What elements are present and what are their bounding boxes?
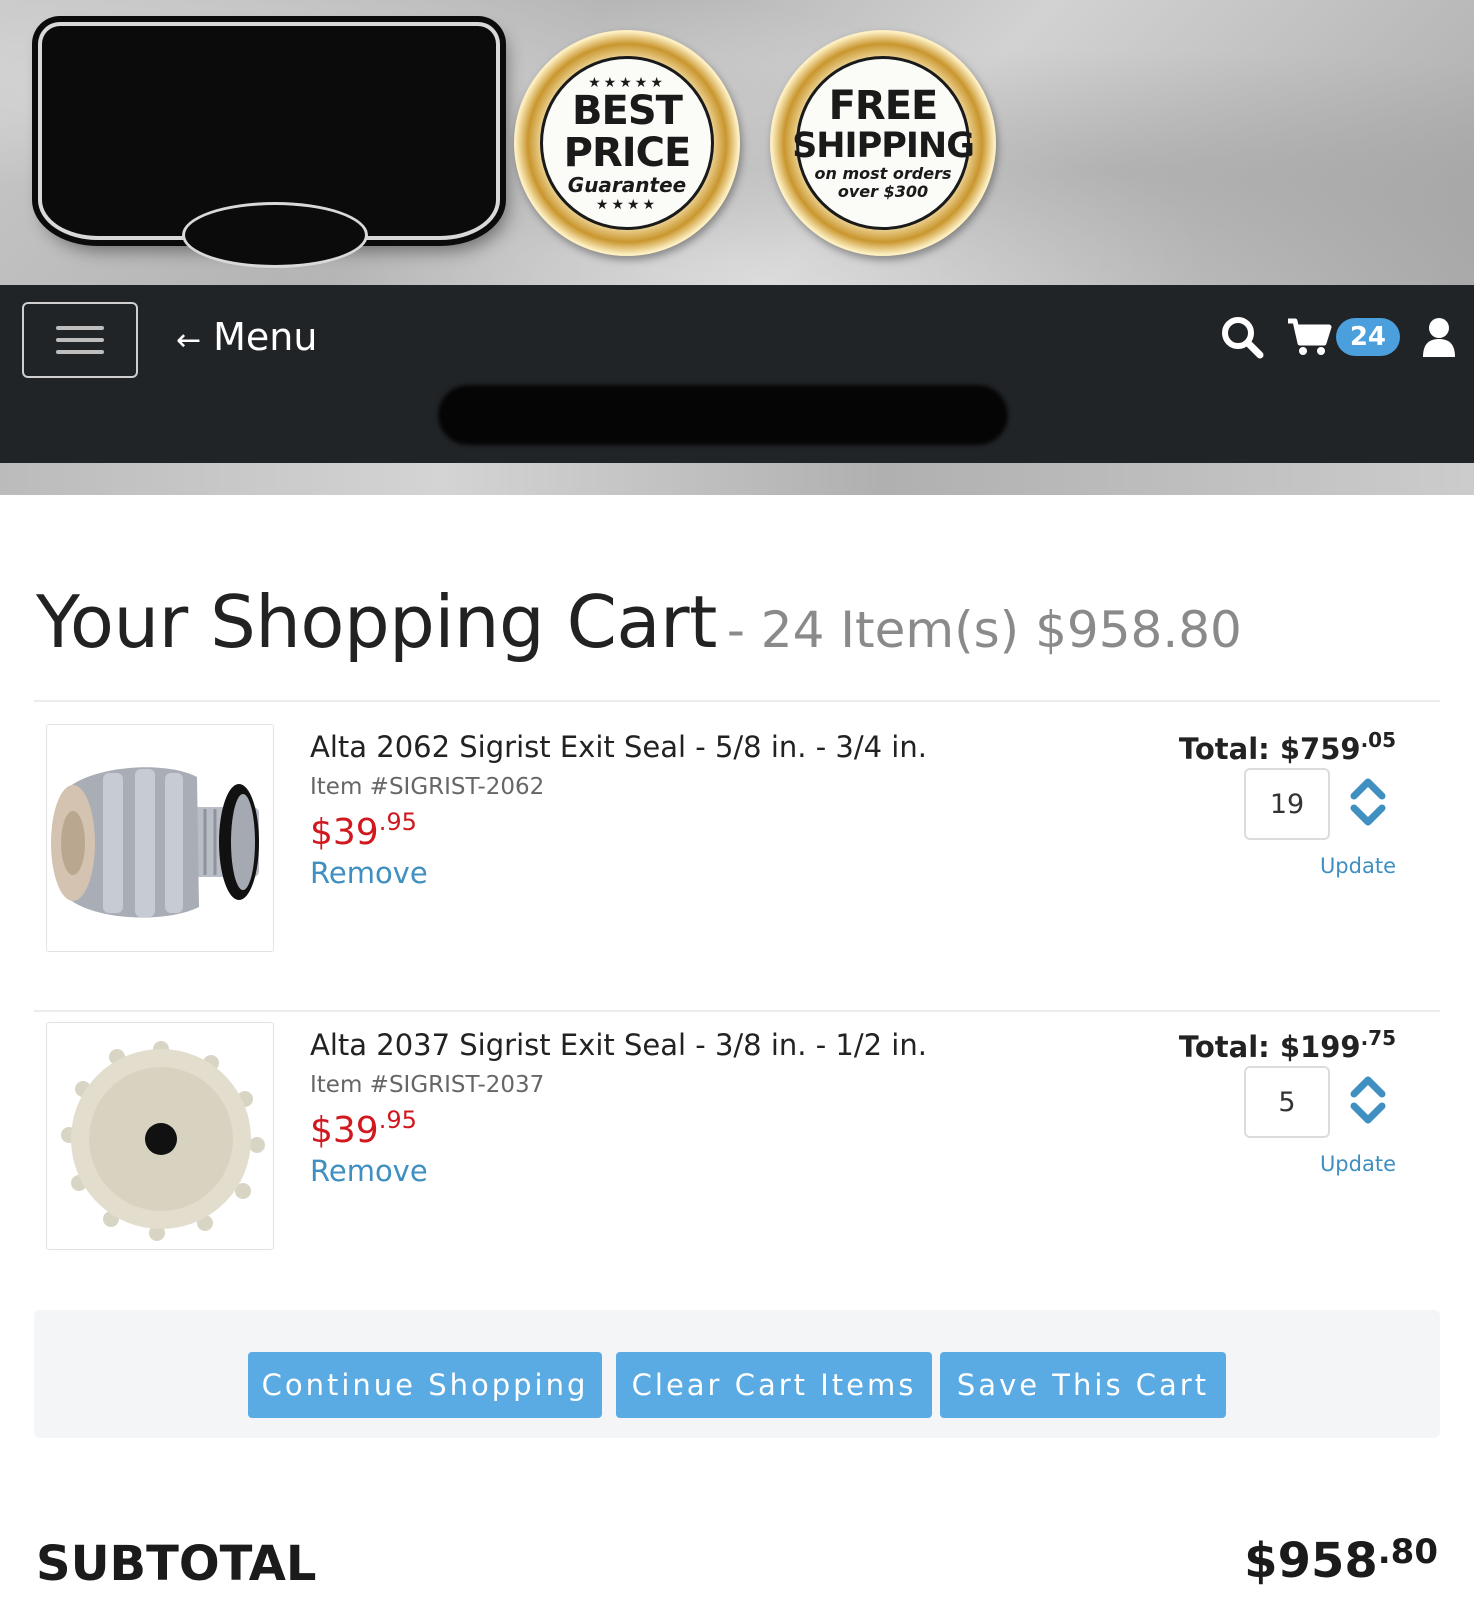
item-total: Total: $759.05 — [1179, 728, 1396, 766]
badge-text: SHIPPING — [792, 126, 975, 166]
subtotal-label: SUBTOTAL — [36, 1536, 317, 1592]
cart-button[interactable]: 24 — [1286, 317, 1400, 357]
product-name-link[interactable]: Alta 2062 Sigrist Exit Seal - 5/8 in. - … — [310, 730, 927, 764]
stars-icon: ★★★★ — [595, 196, 659, 212]
total-whole: Total: $759 — [1178, 732, 1361, 766]
total-cents: .05 — [1360, 728, 1396, 752]
price-whole: $39 — [310, 812, 379, 853]
redacted-banner — [438, 385, 1008, 445]
price-cents: .95 — [378, 1106, 417, 1134]
badge-text: over $300 — [837, 182, 929, 201]
save-cart-button[interactable]: Save This Cart — [940, 1352, 1226, 1418]
cart-actions: Continue Shopping Clear Cart Items Save … — [34, 1310, 1440, 1438]
price-whole: $39 — [310, 1110, 379, 1151]
best-price-badge: ★★★★★ BEST PRICE Guarantee ★★★★ — [514, 30, 740, 256]
menu-label: Menu — [213, 315, 318, 359]
store-logo[interactable] — [38, 22, 500, 268]
chevron-up-icon[interactable] — [1348, 774, 1388, 802]
badge-text: Guarantee — [567, 173, 687, 197]
update-link[interactable]: Update — [1320, 1152, 1396, 1176]
cart-summary: - 24 Item(s) $958.80 — [726, 601, 1242, 659]
badge-text: PRICE — [563, 130, 692, 176]
product-sku: Item #SIGRIST-2037 — [310, 1072, 545, 1098]
chevron-down-icon[interactable] — [1348, 1100, 1388, 1128]
quantity-stepper — [1348, 1072, 1388, 1134]
page-title: Your Shopping Cart - 24 Item(s) $958.80 — [36, 580, 1242, 664]
header-banner: ★★★★★ BEST PRICE Guarantee ★★★★ FREE SHI… — [0, 0, 1474, 285]
total-whole: Total: $199 — [1178, 1030, 1361, 1064]
subtotal-cents: .80 — [1377, 1532, 1438, 1572]
total-cents: .75 — [1360, 1026, 1396, 1050]
chevron-down-icon[interactable] — [1348, 802, 1388, 830]
texture-strip — [0, 463, 1474, 495]
search-icon[interactable] — [1220, 315, 1264, 359]
hamburger-icon[interactable] — [22, 302, 138, 378]
cart-icon — [1287, 318, 1332, 355]
product-image[interactable] — [46, 724, 274, 952]
quantity-input[interactable] — [1244, 1066, 1330, 1138]
subtotal-value: $958.80 — [1244, 1532, 1438, 1589]
remove-link[interactable]: Remove — [310, 856, 428, 890]
left-arrow-icon: ← — [176, 323, 202, 358]
exit-seal-cap-image — [47, 1023, 273, 1249]
product-image[interactable] — [46, 1022, 274, 1250]
chevron-up-icon[interactable] — [1348, 1072, 1388, 1100]
quantity-stepper — [1348, 774, 1388, 836]
user-icon[interactable] — [1422, 317, 1456, 357]
clear-cart-button[interactable]: Clear Cart Items — [616, 1352, 932, 1418]
product-price: $39.95 — [310, 808, 417, 853]
subtotal-whole: $958 — [1244, 1533, 1378, 1589]
nav-icons: 24 — [1220, 315, 1456, 359]
product-price: $39.95 — [310, 1106, 417, 1151]
page-title-text: Your Shopping Cart — [36, 580, 717, 664]
price-cents: .95 — [378, 808, 417, 836]
cart-item: Alta 2037 Sigrist Exit Seal - 3/8 in. - … — [34, 1000, 1440, 1260]
badge-text: FREE — [828, 83, 939, 129]
product-name-link[interactable]: Alta 2037 Sigrist Exit Seal - 3/8 in. - … — [310, 1028, 927, 1062]
exit-seal-fitting-image — [47, 725, 273, 951]
menu-link[interactable]: ← Menu — [176, 315, 317, 359]
continue-shopping-button[interactable]: Continue Shopping — [248, 1352, 602, 1418]
item-total: Total: $199.75 — [1179, 1026, 1396, 1064]
badge-text: on most orders — [814, 164, 952, 183]
update-link[interactable]: Update — [1320, 854, 1396, 878]
quantity-input[interactable] — [1244, 768, 1330, 840]
cart-item: Alta 2062 Sigrist Exit Seal - 5/8 in. - … — [34, 702, 1440, 962]
badge-text: BEST — [572, 88, 683, 134]
navbar: ← Menu 24 — [0, 285, 1474, 463]
product-sku: Item #SIGRIST-2062 — [310, 774, 545, 800]
free-shipping-badge: FREE SHIPPING on most orders over $300 — [770, 30, 996, 256]
remove-link[interactable]: Remove — [310, 1154, 428, 1188]
cart-count-badge: 24 — [1335, 318, 1400, 356]
